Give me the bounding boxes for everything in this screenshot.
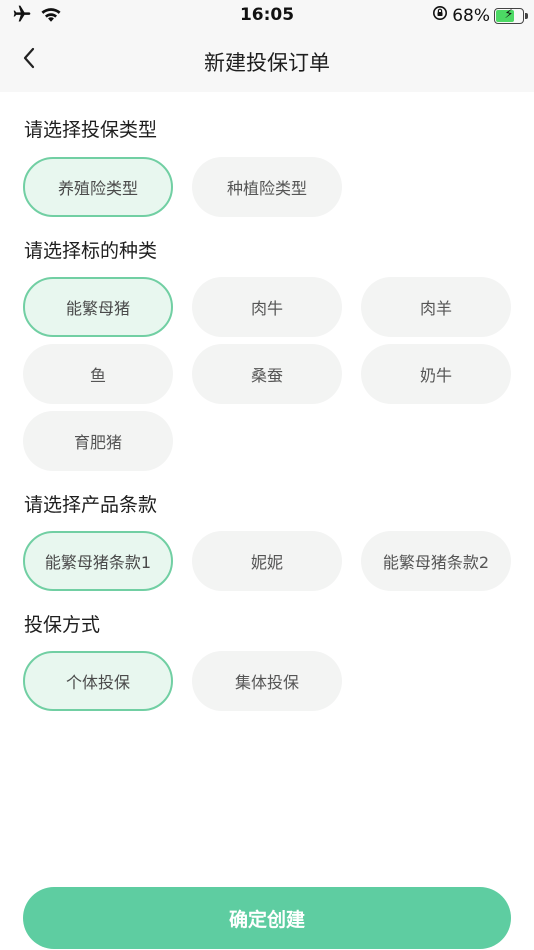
subject-type-title: 请选择标的种类 xyxy=(24,240,158,262)
insurance-type-option-livestock[interactable]: 养殖险类型 xyxy=(23,157,173,217)
battery-percent: 68% xyxy=(452,5,490,26)
header-area: 16:05 68% ⚡ 新建投保订单 xyxy=(0,0,534,92)
subject-option-fish[interactable]: 鱼 xyxy=(23,344,173,404)
battery-charging-icon: ⚡ xyxy=(494,6,528,24)
subject-option-dairy-cow[interactable]: 奶牛 xyxy=(361,344,511,404)
nav-bar: 新建投保订单 xyxy=(0,30,534,92)
subject-option-beef-cattle[interactable]: 肉牛 xyxy=(192,277,342,337)
insure-method-option-group[interactable]: 集体投保 xyxy=(192,651,342,711)
subject-option-silkworm[interactable]: 桑蚕 xyxy=(192,344,342,404)
insurance-type-title: 请选择投保类型 xyxy=(24,119,158,141)
product-term-option-1[interactable]: 能繁母猪条款1 xyxy=(23,531,173,591)
battery-cap xyxy=(525,12,528,19)
insure-method-title: 投保方式 xyxy=(24,614,101,636)
status-right-icons: 68% ⚡ xyxy=(432,5,528,26)
subject-option-mutton-sheep[interactable]: 肉羊 xyxy=(361,277,511,337)
product-term-option-3[interactable]: 能繁母猪条款2 xyxy=(361,531,511,591)
orientation-lock-icon xyxy=(432,5,448,26)
page-title: 新建投保订单 xyxy=(204,51,330,75)
subject-option-breeding-sow[interactable]: 能繁母猪 xyxy=(23,277,173,337)
insure-method-option-individual[interactable]: 个体投保 xyxy=(23,651,173,711)
subject-option-fattening-pig[interactable]: 育肥猪 xyxy=(23,411,173,471)
product-terms-title: 请选择产品条款 xyxy=(24,494,158,516)
status-bar: 16:05 68% ⚡ xyxy=(0,0,534,30)
confirm-create-button[interactable]: 确定创建 xyxy=(23,887,511,949)
product-term-option-2[interactable]: 妮妮 xyxy=(192,531,342,591)
charging-bolt-icon: ⚡ xyxy=(504,6,514,22)
insurance-type-option-crop[interactable]: 种植险类型 xyxy=(192,157,342,217)
